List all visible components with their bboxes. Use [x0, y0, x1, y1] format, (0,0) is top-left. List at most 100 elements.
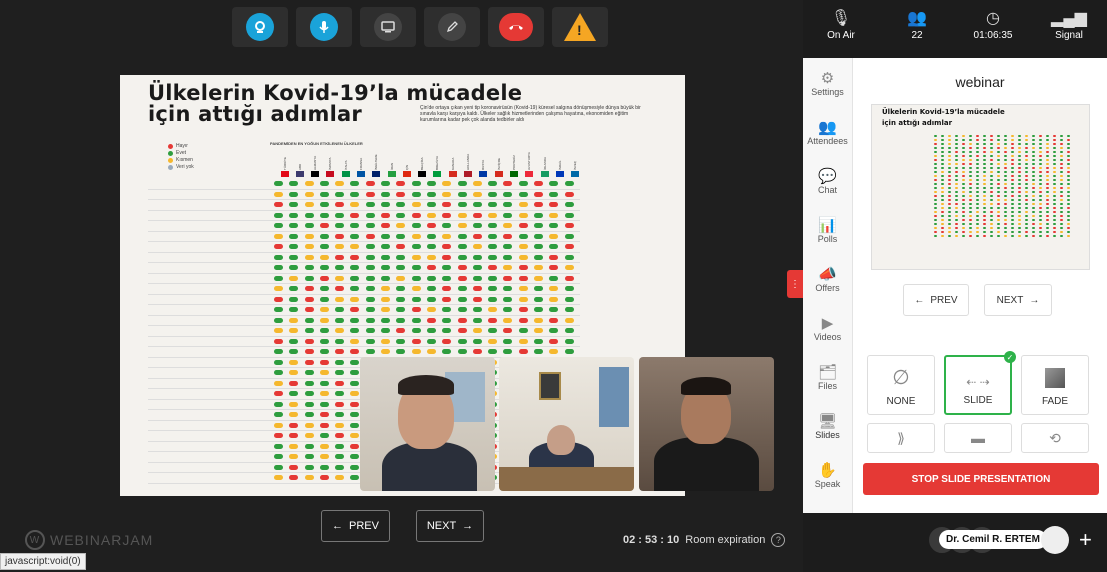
thumb-dot: [941, 203, 944, 205]
thumb-dot: [1053, 187, 1056, 189]
grid-dot: [518, 286, 528, 292]
panel-next-button[interactable]: NEXT →: [984, 284, 1052, 316]
next-slide-button[interactable]: NEXT →: [416, 510, 484, 542]
thumb-dot: [955, 167, 958, 169]
webcam-button[interactable]: [232, 7, 288, 47]
prev-slide-button[interactable]: ← PREV: [321, 510, 390, 542]
side-menu-slides[interactable]: 🖥 Slides: [803, 401, 852, 450]
country-flag: İSVEÇ: [571, 152, 580, 177]
videos-icon: ▶: [821, 314, 834, 332]
thumb-dot: [1067, 139, 1070, 141]
thumb-dot: [983, 171, 986, 173]
grid-dot: [426, 202, 436, 208]
grid-dot: [457, 191, 467, 197]
thumb-dot: [1025, 135, 1028, 137]
mic-button[interactable]: [296, 7, 352, 47]
transition-more-2[interactable]: ▬: [944, 423, 1012, 453]
warning-button[interactable]: !: [552, 7, 608, 47]
grid-dot: [442, 328, 452, 334]
thumb-dot: [969, 231, 972, 233]
grid-dot: [411, 349, 421, 355]
draw-button[interactable]: [424, 7, 480, 47]
thumb-dot: [997, 155, 1000, 157]
stop-slide-presentation-button[interactable]: STOP SLIDE PRESENTATION: [863, 463, 1099, 495]
thumb-dot: [997, 187, 1000, 189]
grid-dot: [304, 401, 314, 407]
participant-video-1[interactable]: [360, 357, 495, 491]
slide-thumbnail[interactable]: Ülkelerin Kovid-19’la mücadele için attı…: [871, 104, 1090, 270]
thumb-dot: [934, 183, 937, 185]
thumb-dot: [990, 135, 993, 137]
thumb-dot: [934, 207, 937, 209]
help-icon[interactable]: ?: [771, 533, 786, 547]
side-menu-videos[interactable]: ▶ Videos: [803, 303, 852, 352]
grid-dot: [319, 233, 329, 239]
grid-dot: [534, 233, 544, 239]
grid-dot: [289, 412, 299, 418]
side-menu-settings[interactable]: ⚙ Settings: [803, 58, 852, 107]
side-menu-files[interactable]: 🗂 Files: [803, 352, 852, 401]
screen-share-button[interactable]: [360, 7, 416, 47]
grid-dot: [274, 296, 283, 302]
thumb-dot: [983, 227, 986, 229]
thumb-dot: [1046, 155, 1049, 157]
thumb-dot: [1039, 159, 1042, 161]
side-menu-offers[interactable]: 📣 Offers: [803, 254, 852, 303]
grid-dot: [289, 401, 299, 407]
toggle-panel-tab[interactable]: ⋮: [787, 270, 803, 298]
thumb-dot: [948, 207, 951, 209]
transition-more-3[interactable]: ⟲: [1021, 423, 1089, 453]
grid-dot: [274, 307, 283, 313]
grid-dot: [534, 328, 544, 334]
grid-dot: [442, 233, 452, 239]
side-menu-polls[interactable]: 📊 Polls: [803, 205, 852, 254]
transition-fade[interactable]: FADE: [1021, 355, 1089, 415]
thumb-dot: [997, 159, 1000, 161]
transition-more-1[interactable]: ⟫: [867, 423, 935, 453]
thumb-dot: [934, 187, 937, 189]
grid-dot: [426, 191, 436, 197]
side-menu-chat[interactable]: 💬 Chat: [803, 156, 852, 205]
thumb-dot: [1067, 211, 1070, 213]
participant-video-2[interactable]: [499, 357, 634, 491]
side-menu-attendees[interactable]: 👥 Attendees: [803, 107, 852, 156]
thumb-dot: [1067, 167, 1070, 169]
country-flag: HOLLANDA: [464, 152, 473, 177]
grid-dot: [304, 265, 314, 271]
side-menu-speak[interactable]: ✋ Speak: [803, 450, 852, 499]
thumb-dot: [1060, 175, 1063, 177]
thumb-dot: [1004, 147, 1007, 149]
hangup-button[interactable]: [488, 7, 544, 47]
participant-video-3[interactable]: [639, 357, 774, 491]
status-attendees: 👥 22: [879, 8, 955, 41]
thumb-dot: [1039, 139, 1042, 141]
grid-dot: [304, 391, 314, 397]
thumb-dot: [976, 143, 979, 145]
grid-dot: [472, 275, 482, 281]
country-flag: İNGİLTERE: [372, 152, 381, 177]
transition-none[interactable]: ∅ NONE: [867, 355, 935, 415]
transition-slide[interactable]: ✓ ⇠ ⇢ SLIDE: [944, 351, 1016, 415]
thumb-dot: [934, 167, 937, 169]
grid-dot: [396, 328, 406, 334]
grid-dot: [365, 349, 375, 355]
thumb-dot: [941, 207, 944, 209]
grid-dot: [365, 254, 375, 260]
thumb-dot: [955, 215, 958, 217]
thumb-dot: [1025, 223, 1028, 225]
thumb-dot: [1032, 147, 1035, 149]
thumb-dot: [1067, 203, 1070, 205]
grid-dot: [304, 412, 314, 418]
thumb-dot: [948, 171, 951, 173]
grid-dot: [411, 338, 421, 344]
user-avatar-icon[interactable]: [1041, 526, 1069, 554]
grid-dot: [319, 475, 329, 481]
grid-dot: [319, 244, 329, 250]
grid-dot: [350, 307, 360, 313]
add-icon[interactable]: +: [1079, 527, 1092, 553]
thumb-dot: [997, 207, 1000, 209]
grid-dot: [304, 443, 314, 449]
thumb-dot: [1046, 199, 1049, 201]
grid-dot: [289, 359, 299, 365]
panel-prev-button[interactable]: ← PREV: [903, 284, 969, 316]
